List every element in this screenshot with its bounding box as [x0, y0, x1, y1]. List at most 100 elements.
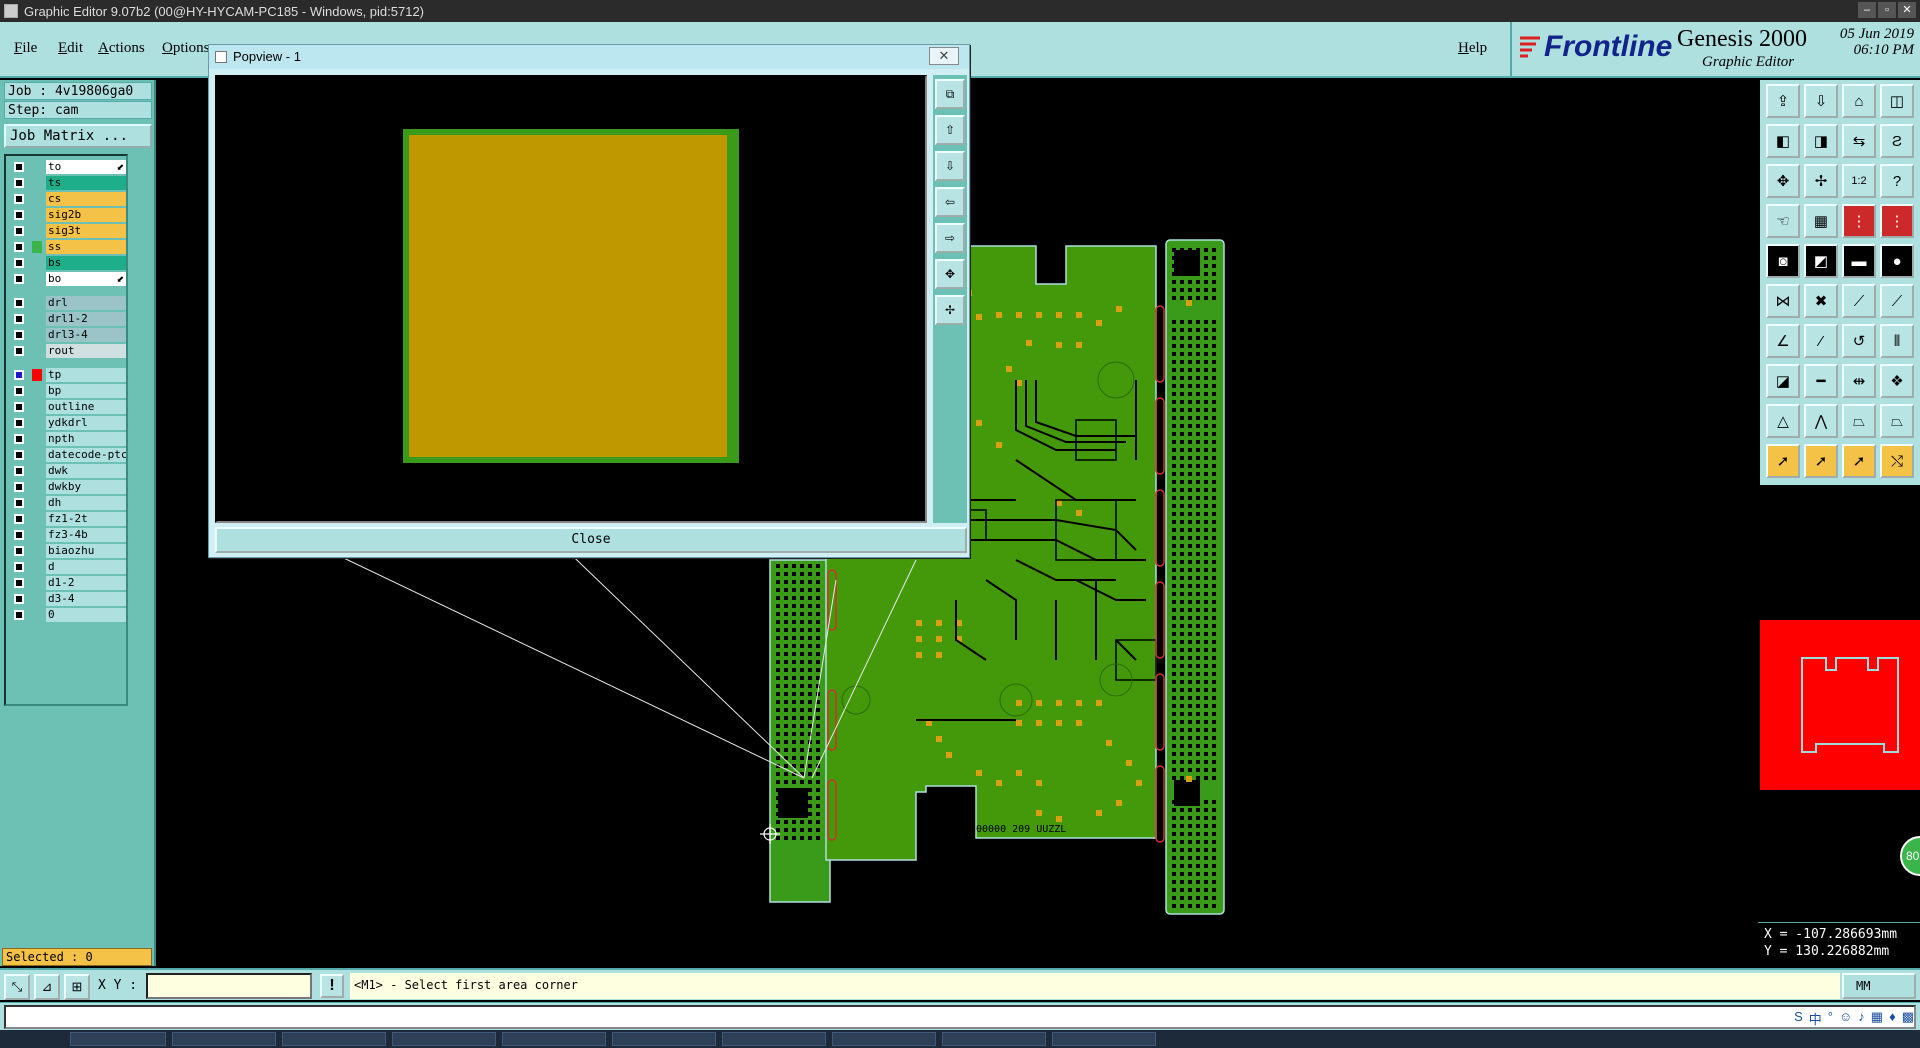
layer-row[interactable]: d1-2	[8, 576, 126, 590]
layer-row[interactable]: outline	[8, 400, 126, 414]
taskbar-item[interactable]	[612, 1032, 716, 1046]
menu-help[interactable]: Help	[1458, 40, 1487, 57]
layer-checkbox[interactable]	[14, 330, 24, 340]
layer-checkbox[interactable]	[14, 226, 24, 236]
layer-checkbox[interactable]	[14, 530, 24, 540]
layer-checkbox[interactable]	[14, 562, 24, 572]
pointer-alt-icon[interactable]: ➚	[1842, 444, 1876, 478]
emoji-icon[interactable]: ☺	[1839, 1009, 1852, 1028]
layer-checkbox[interactable]	[14, 258, 24, 268]
route-icon[interactable]: ⟋	[1842, 284, 1876, 318]
layer-name[interactable]: d3-4	[46, 592, 126, 606]
layer-checkbox[interactable]	[14, 274, 24, 284]
measure-icon[interactable]: ▬	[1842, 244, 1876, 278]
layer-name[interactable]: bs	[46, 256, 126, 270]
popview-left-icon[interactable]: ⇦	[935, 187, 965, 217]
layer-checkbox[interactable]	[14, 346, 24, 356]
help-icon[interactable]: ?	[1880, 164, 1914, 198]
menu-options[interactable]: Options	[162, 40, 210, 57]
maximize-button[interactable]: ▫	[1878, 2, 1896, 18]
layer-checkbox[interactable]	[14, 418, 24, 428]
cross-icon[interactable]: ✖	[1804, 284, 1838, 318]
zoom-area-icon[interactable]: ⤡	[4, 974, 30, 1000]
trapezoid-alt-icon[interactable]: ⏢	[1880, 404, 1914, 438]
layer-checkbox[interactable]	[14, 594, 24, 604]
undo-arc-icon[interactable]: ↺	[1842, 324, 1876, 358]
job-matrix-button[interactable]: Job Matrix ...	[4, 124, 152, 148]
layer-row[interactable]: to ⬋	[8, 160, 126, 174]
home-icon[interactable]: ⌂	[1842, 84, 1876, 118]
layer-row[interactable]: 0	[8, 608, 126, 622]
layer-name[interactable]: bo	[46, 272, 126, 286]
layer-name[interactable]: ts	[46, 176, 126, 190]
save-icon[interactable]: ⇩	[1804, 84, 1838, 118]
pointer-select-icon[interactable]: ➚	[1804, 444, 1838, 478]
move-icon[interactable]: ◩	[1804, 244, 1838, 278]
layer-name[interactable]: fz1-2t	[46, 512, 126, 526]
taskbar-item[interactable]	[722, 1032, 826, 1046]
open-job-icon[interactable]: ⇪	[1766, 84, 1800, 118]
layer-row[interactable]: drl3-4	[8, 328, 126, 342]
layer-row[interactable]: cs	[8, 192, 126, 206]
layer-name[interactable]: tp	[46, 368, 126, 382]
layer-name[interactable]: dwk	[46, 464, 126, 478]
layer-name[interactable]: outline	[46, 400, 126, 414]
graph-dark-icon[interactable]: ⋮	[1880, 204, 1914, 238]
layout-icon[interactable]: ◫	[1880, 84, 1914, 118]
split-icon[interactable]: ⫴	[1880, 324, 1914, 358]
layer-checkbox[interactable]	[14, 194, 24, 204]
popview-center-icon[interactable]: ✢	[935, 295, 965, 325]
layer-name[interactable]: cs	[46, 192, 126, 206]
layer-checkbox[interactable]	[14, 298, 24, 308]
taskbar-item[interactable]	[282, 1032, 386, 1046]
punctuation-icon[interactable]: °	[1828, 1009, 1833, 1028]
status-badge[interactable]: 80	[1900, 836, 1920, 876]
layer-row[interactable]: bp	[8, 384, 126, 398]
layer-name[interactable]: to	[46, 160, 126, 174]
layer-row[interactable]: ts	[8, 176, 126, 190]
layer-row[interactable]: npth	[8, 432, 126, 446]
arch-icon[interactable]: ⋀	[1804, 404, 1838, 438]
microphone-icon[interactable]: ♪	[1858, 1009, 1865, 1028]
snap-icon[interactable]: ◪	[1766, 364, 1800, 398]
layer-row[interactable]: tp	[8, 368, 126, 382]
layer-name[interactable]: dh	[46, 496, 126, 510]
layer-checkbox[interactable]	[14, 402, 24, 412]
layer-row[interactable]: sig3t	[8, 224, 126, 238]
taskbar-item[interactable]	[502, 1032, 606, 1046]
layer-checkbox[interactable]	[14, 210, 24, 220]
layer-name[interactable]: sig2b	[46, 208, 126, 222]
layer-row[interactable]: drl1-2	[8, 312, 126, 326]
popview-zoom-icon[interactable]: ⧉	[935, 79, 965, 109]
layer-name[interactable]: drl1-2	[46, 312, 126, 326]
taskbar-item[interactable]	[1052, 1032, 1156, 1046]
keyboard-icon[interactable]: ▦	[1871, 1009, 1883, 1028]
pan-icon[interactable]: ✢	[1804, 164, 1838, 198]
popview-canvas[interactable]	[215, 75, 927, 523]
layer-checkbox[interactable]	[14, 242, 24, 252]
layer-row[interactable]: fz1-2t	[8, 512, 126, 526]
layer-row[interactable]: ss	[8, 240, 126, 254]
snap-grid-icon[interactable]: ⊞	[64, 974, 90, 1000]
info-button[interactable]: !	[320, 974, 344, 998]
layer-checkbox[interactable]	[14, 178, 24, 188]
cluster-icon[interactable]: ❖	[1880, 364, 1914, 398]
language-icon[interactable]: 中	[1809, 1009, 1822, 1028]
layer-checkbox[interactable]	[14, 610, 24, 620]
taskbar-item[interactable]	[832, 1032, 936, 1046]
menu-file[interactable]: File	[14, 40, 37, 57]
layer-checkbox[interactable]	[14, 162, 24, 172]
layer-row[interactable]: dh	[8, 496, 126, 510]
triangle-icon[interactable]: △	[1766, 404, 1800, 438]
spiral-icon[interactable]: Ƨ	[1880, 124, 1914, 158]
popview-close-x[interactable]: ✕	[929, 47, 959, 65]
grid-menu-icon[interactable]: ▩	[1902, 1009, 1914, 1028]
trapezoid-icon[interactable]: ⏢	[1842, 404, 1876, 438]
pad-select-icon[interactable]: ◙	[1766, 244, 1800, 278]
minus-icon[interactable]: ━	[1804, 364, 1838, 398]
layer-checkbox[interactable]	[14, 482, 24, 492]
layer-checkbox[interactable]	[14, 514, 24, 524]
layer-name[interactable]: npth	[46, 432, 126, 446]
slash-icon[interactable]: ⁄	[1804, 324, 1838, 358]
step-right-icon[interactable]: ◨	[1804, 124, 1838, 158]
